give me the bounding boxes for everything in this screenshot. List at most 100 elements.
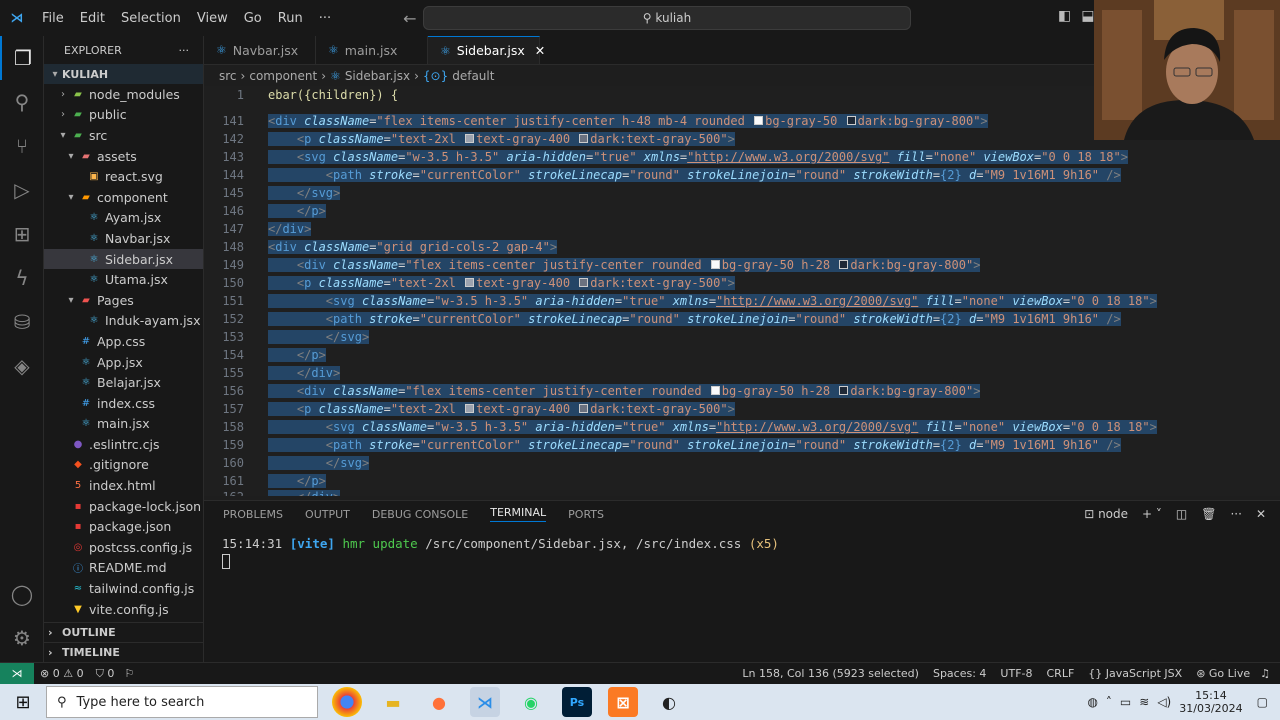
vscode-taskbar-icon[interactable]: ⋊: [470, 687, 500, 717]
photoshop-icon[interactable]: Ps: [562, 687, 592, 717]
taskbar-search[interactable]: ⚲ Type here to search: [46, 686, 318, 718]
battery-icon[interactable]: ▭: [1120, 695, 1131, 709]
notifications-bell-icon[interactable]: ♫: [1260, 667, 1270, 680]
close-icon[interactable]: ✕: [1256, 507, 1266, 521]
timeline-section[interactable]: › TIMELINE: [44, 642, 203, 662]
toggle-sidebar-icon[interactable]: ◧: [1058, 8, 1071, 24]
tree-file[interactable]: ▣ react.svg: [44, 166, 203, 187]
debug-icon[interactable]: ⚐: [124, 667, 134, 680]
tree-file[interactable]: ⚛ App.jsx: [44, 352, 203, 373]
remote-indicator-icon[interactable]: ⋊: [0, 662, 34, 685]
explorer-icon[interactable]: ❐: [0, 36, 44, 80]
xampp-icon[interactable]: ⊠: [608, 687, 638, 717]
firefox-icon[interactable]: ●: [424, 687, 454, 717]
tree-file[interactable]: ◎ postcss.config.js: [44, 537, 203, 558]
tree-folder[interactable]: ▾ ▰ Pages: [44, 290, 203, 311]
terminal-output[interactable]: 15:14:31 [vite] hmr update /src/componen…: [204, 527, 1280, 577]
tree-folder[interactable]: ▾ ▰ component: [44, 187, 203, 208]
menu-item[interactable]: File: [42, 11, 64, 26]
chrome-icon[interactable]: [332, 687, 362, 717]
back-arrow-icon[interactable]: ←: [403, 9, 416, 28]
tree-folder[interactable]: ▾ ▰ assets: [44, 146, 203, 167]
database-icon[interactable]: ⛁: [0, 300, 44, 344]
encoding-status[interactable]: UTF-8: [1000, 667, 1032, 680]
tree-folder[interactable]: ▾ ▰ src: [44, 125, 203, 146]
remote-icon[interactable]: ϟ: [0, 256, 44, 300]
cursor-position[interactable]: Ln 158, Col 136 (5923 selected): [742, 667, 919, 680]
tree-file[interactable]: # index.css: [44, 393, 203, 414]
new-terminal-icon[interactable]: + ˅: [1142, 507, 1162, 521]
account-icon[interactable]: ◯: [0, 572, 44, 616]
tree-file[interactable]: ◆ .gitignore: [44, 455, 203, 476]
close-tab-icon[interactable]: ✕: [535, 43, 545, 58]
menu-item[interactable]: Selection: [121, 11, 181, 26]
tab-navbar-jsx[interactable]: ⚛ Navbar.jsx: [204, 36, 316, 64]
tree-folder[interactable]: › ▰ node_modules: [44, 84, 203, 105]
more-actions-icon[interactable]: ···: [179, 44, 190, 57]
menu-item[interactable]: Run: [278, 11, 303, 26]
tree-file[interactable]: ▪ package.json: [44, 516, 203, 537]
tree-file[interactable]: ⓘ README.md: [44, 558, 203, 579]
tree-folder[interactable]: › ▰ public: [44, 105, 203, 126]
menu-item[interactable]: ···: [319, 11, 331, 26]
tree-file[interactable]: ⚛ Ayam.jsx: [44, 208, 203, 229]
tree-file[interactable]: ● .eslintrc.cjs: [44, 434, 203, 455]
whatsapp-icon[interactable]: ◉: [516, 687, 546, 717]
problems-status[interactable]: ⊗ 0 ⚠ 0: [40, 667, 84, 680]
tree-label: Belajar.jsx: [97, 375, 161, 391]
tree-file[interactable]: ≈ tailwind.config.js: [44, 578, 203, 599]
chevron-up-icon[interactable]: ˄: [1106, 695, 1112, 709]
tree-file[interactable]: ⚛ Utama.jsx: [44, 269, 203, 290]
toggle-panel-icon[interactable]: ⬓: [1081, 8, 1094, 24]
file-explorer-icon[interactable]: ▬: [378, 687, 408, 717]
tree-file[interactable]: ⚛ Sidebar.jsx: [44, 248, 203, 270]
language-mode[interactable]: {} JavaScript JSX: [1088, 667, 1182, 680]
search-icon[interactable]: ⚲: [0, 80, 44, 124]
volume-icon[interactable]: ◁): [1157, 695, 1171, 709]
tree-file[interactable]: 5 index.html: [44, 475, 203, 496]
layers-icon[interactable]: ◈: [0, 344, 44, 388]
ports-status[interactable]: ⛉ 0: [96, 667, 115, 681]
outline-section[interactable]: › OUTLINE: [44, 622, 203, 642]
go-live-button[interactable]: ⊛ Go Live: [1196, 667, 1250, 680]
bottom-panel: PROBLEMS OUTPUT DEBUG CONSOLE TERMINAL PORTS…: [204, 500, 1280, 662]
command-center-search[interactable]: ⚲ kuliah: [423, 6, 911, 30]
clock[interactable]: 15:14 31/03/2024: [1179, 689, 1242, 715]
tree-file[interactable]: ⚛ main.jsx: [44, 414, 203, 435]
tray-app-icon[interactable]: ◍: [1087, 695, 1097, 709]
panel-tab-debug-console[interactable]: DEBUG CONSOLE: [372, 508, 468, 521]
panel-tab-problems[interactable]: PROBLEMS: [223, 508, 283, 521]
indentation-status[interactable]: Spaces: 4: [933, 667, 986, 680]
eol-status[interactable]: CRLF: [1047, 667, 1075, 680]
network-icon[interactable]: ≋: [1139, 695, 1149, 709]
tree-file[interactable]: ⚛ Belajar.jsx: [44, 372, 203, 393]
tab-main-jsx[interactable]: ⚛ main.jsx: [316, 36, 428, 64]
panel-tab-output[interactable]: OUTPUT: [305, 508, 350, 521]
notification-icon[interactable]: ▢: [1257, 695, 1268, 709]
obs-icon[interactable]: ◐: [654, 687, 684, 717]
more-actions-icon[interactable]: ···: [1230, 507, 1241, 521]
terminal-shell-selector[interactable]: ⊡ node: [1084, 507, 1128, 521]
menu-item[interactable]: View: [197, 11, 228, 26]
extensions-icon[interactable]: ⊞: [0, 212, 44, 256]
tree-file[interactable]: ▼ vite.config.js: [44, 599, 203, 620]
panel-tab-terminal[interactable]: TERMINAL: [490, 506, 547, 522]
workspace-root[interactable]: ▾ KULIAH: [44, 64, 203, 84]
tree-file[interactable]: ⚛ Induk-ayam.jsx: [44, 311, 203, 332]
trash-icon[interactable]: 🗑: [1201, 507, 1216, 521]
tree-file[interactable]: ⚛ Navbar.jsx: [44, 228, 203, 249]
chevron-right-icon: ›: [61, 109, 65, 121]
split-terminal-icon[interactable]: ◫: [1176, 507, 1187, 521]
settings-gear-icon[interactable]: ⚙: [0, 616, 44, 660]
tab-sidebar-jsx[interactable]: ⚛ Sidebar.jsx ✕: [428, 36, 545, 64]
tree-file[interactable]: # App.css: [44, 331, 203, 352]
code-editor[interactable]: 1 ebar({children}) { 141 <div className="…: [204, 86, 1280, 496]
windows-start-icon[interactable]: ⊞: [0, 692, 46, 713]
panel-tab-ports[interactable]: PORTS: [568, 508, 604, 521]
run-debug-icon[interactable]: ▷: [0, 168, 44, 212]
menu-item[interactable]: Go: [244, 11, 262, 26]
tree-label: Utama.jsx: [105, 272, 168, 288]
source-control-icon[interactable]: ⑂: [0, 124, 44, 168]
tree-file[interactable]: ▪ package-lock.json: [44, 496, 203, 517]
menu-item[interactable]: Edit: [80, 11, 105, 26]
